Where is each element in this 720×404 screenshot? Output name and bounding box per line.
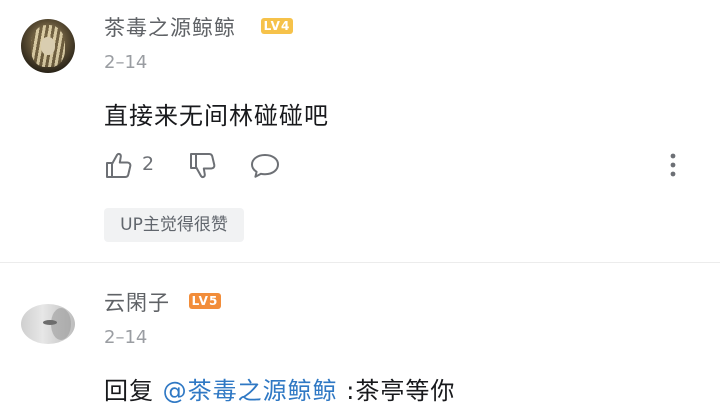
level-badge: LV5 xyxy=(189,293,221,309)
thumbs-up-icon[interactable] xyxy=(104,150,134,180)
level-badge: LV4 xyxy=(261,18,293,34)
divider xyxy=(0,262,720,263)
avatar[interactable] xyxy=(21,304,75,344)
comment-date: 2–14 xyxy=(104,327,148,348)
thumbs-down-icon[interactable] xyxy=(188,151,218,181)
up-liked-badge: UP主觉得很赞 xyxy=(104,208,244,242)
reply-content: :茶亭等你 xyxy=(346,377,456,404)
reply-prefix: 回复 xyxy=(104,377,154,404)
reply-bubble-icon[interactable] xyxy=(249,152,281,180)
username[interactable]: 云閑子 xyxy=(104,287,170,317)
comment-text: 直接来无间林碰碰吧 xyxy=(104,102,329,130)
comment-list: 茶毒之源鲸鲸 LV4 2–14 直接来无间林碰碰吧 2 UP主觉得很赞 云閑子 … xyxy=(0,0,720,404)
comment-date: 2–14 xyxy=(104,52,148,73)
more-vertical-icon[interactable] xyxy=(667,151,679,179)
avatar[interactable] xyxy=(21,19,75,73)
reply-text: 回复 @茶毒之源鲸鲸 :茶亭等你 xyxy=(104,371,455,404)
like-count: 2 xyxy=(142,153,155,175)
mention-link[interactable]: @茶毒之源鲸鲸 xyxy=(163,377,338,404)
username[interactable]: 茶毒之源鲸鲸 xyxy=(104,12,236,42)
